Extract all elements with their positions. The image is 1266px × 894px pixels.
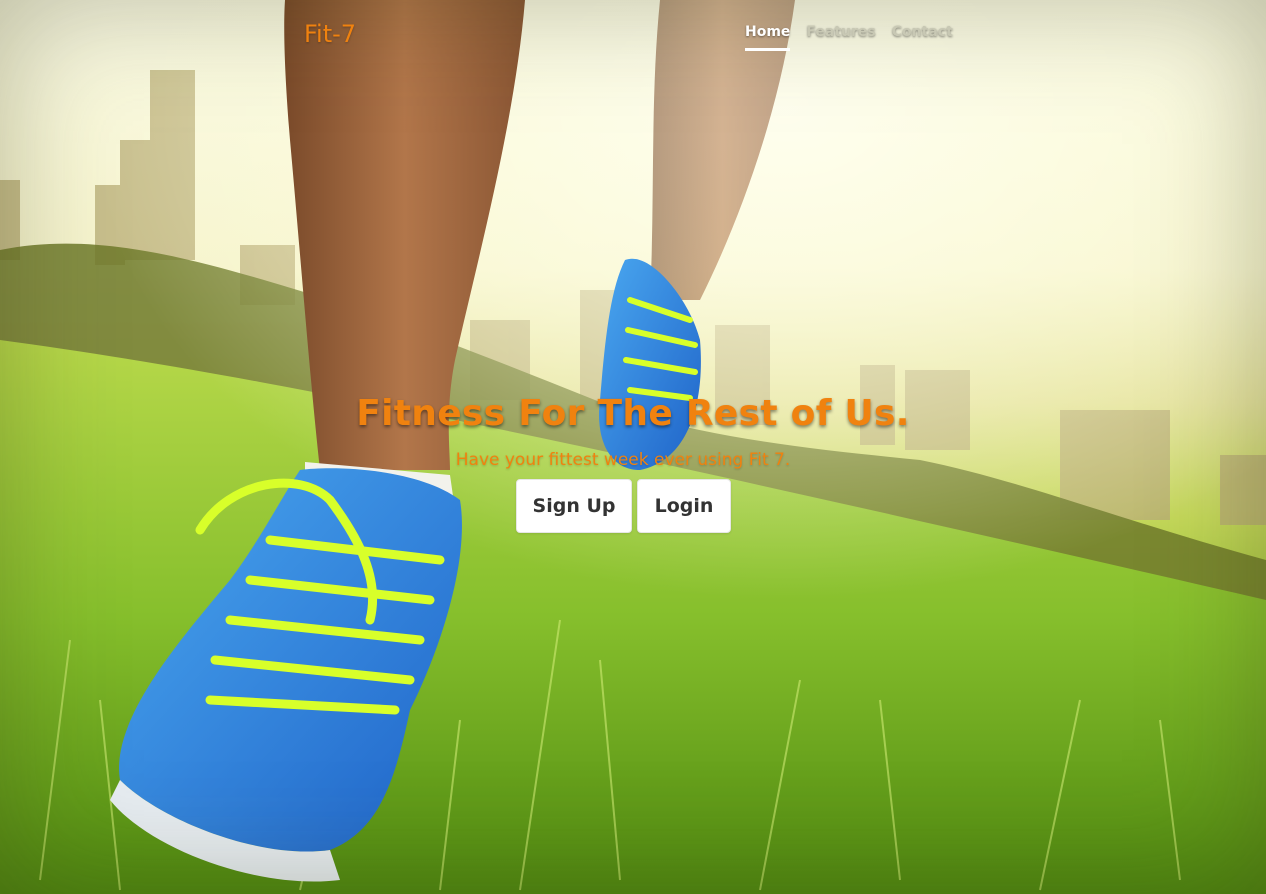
- brand-logo[interactable]: Fit-7: [304, 20, 356, 48]
- sign-up-button[interactable]: Sign Up: [516, 479, 632, 533]
- main-nav: Home Features Contact: [745, 24, 953, 51]
- login-button[interactable]: Login: [637, 479, 731, 533]
- hero-tagline: Have your fittest week ever using Fit 7.: [455, 450, 791, 470]
- nav-item-features[interactable]: Features: [806, 24, 875, 51]
- nav-item-home[interactable]: Home: [745, 24, 791, 51]
- hero-background-image: [0, 0, 1266, 894]
- hero-photo-runner-in-park: [0, 0, 1266, 894]
- nav-item-contact[interactable]: Contact: [892, 24, 953, 51]
- hero-headline: Fitness For The Rest of Us.: [356, 393, 910, 434]
